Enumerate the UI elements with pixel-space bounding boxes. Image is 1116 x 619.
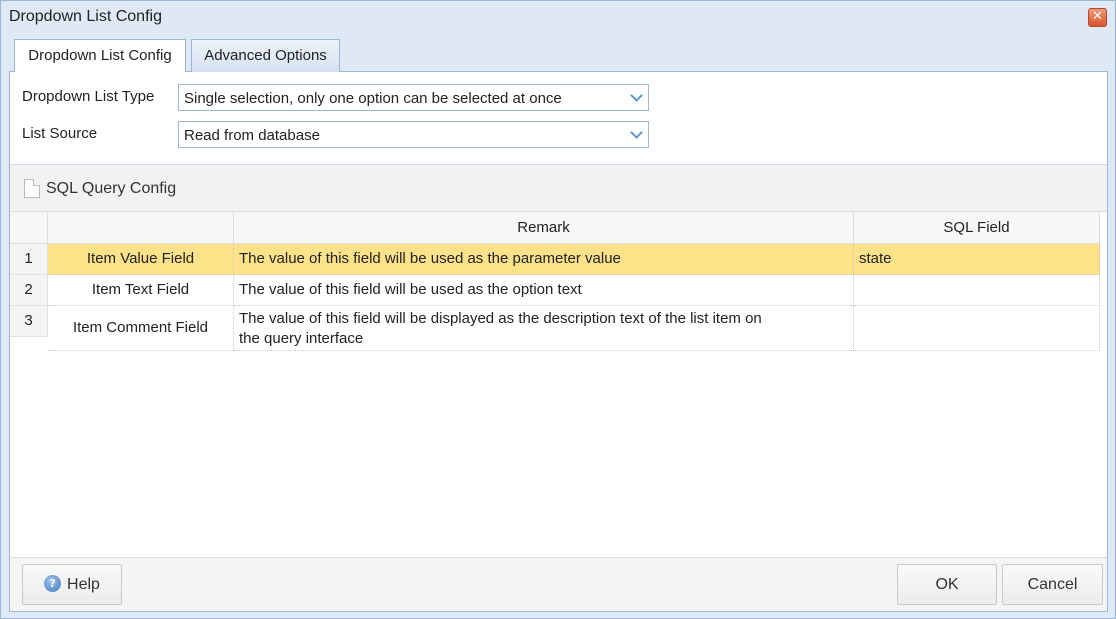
config-panel: Dropdown List Type Single selection, onl…	[9, 72, 1108, 612]
column-header-sql-field[interactable]: SQL Field	[854, 212, 1100, 243]
title-bar: Dropdown List Config ✕	[1, 1, 1115, 34]
remark-line: the query interface	[239, 330, 364, 347]
help-icon: ?	[44, 575, 62, 593]
chevron-down-icon[interactable]	[626, 122, 648, 147]
remark-cell: The value of this field will be used as …	[234, 275, 854, 306]
dropdown-type-label: Dropdown List Type	[22, 88, 155, 105]
column-header-rownum	[10, 212, 48, 243]
field-name-cell: Item Text Field	[48, 275, 234, 306]
dialog-footer: ? Help OK Cancel	[9, 557, 1108, 612]
table-row[interactable]: 3 Item Comment Field The value of this f…	[10, 306, 1100, 351]
dropdown-type-select[interactable]: Single selection, only one option can be…	[178, 84, 649, 111]
close-icon[interactable]: ✕	[1088, 8, 1107, 27]
tab-dropdown-list-config[interactable]: Dropdown List Config	[14, 39, 186, 73]
row-number: 2	[10, 275, 48, 306]
column-header-remark[interactable]: Remark	[234, 212, 854, 243]
list-source-label: List Source	[22, 125, 98, 142]
remark-cell: The value of this field will be displaye…	[234, 306, 854, 351]
help-button[interactable]: ? Help	[22, 564, 122, 605]
sql-field-cell[interactable]	[854, 275, 1100, 306]
column-header-field	[48, 212, 234, 243]
sql-field-cell[interactable]	[854, 306, 1100, 351]
dialog-title: Dropdown List Config	[9, 8, 162, 25]
cancel-button[interactable]: Cancel	[1002, 564, 1103, 605]
field-mapping-grid: Remark SQL Field 1 Item Value Field The …	[10, 212, 1107, 557]
chevron-down-icon[interactable]	[626, 85, 648, 110]
ok-button[interactable]: OK	[897, 564, 997, 605]
row-number: 1	[10, 244, 48, 275]
dropdown-type-row: Dropdown List Type Single selection, onl…	[10, 84, 1107, 111]
field-name-cell: Item Comment Field	[48, 306, 234, 351]
grid-header: Remark SQL Field	[10, 212, 1100, 244]
table-row[interactable]: 2 Item Text Field The value of this fiel…	[10, 275, 1100, 306]
document-icon	[24, 179, 40, 198]
remark-cell: The value of this field will be used as …	[234, 244, 854, 275]
row-number: 3	[10, 306, 48, 337]
sql-query-config-header: SQL Query Config	[10, 164, 1107, 212]
table-row[interactable]: 1 Item Value Field The value of this fie…	[10, 244, 1100, 275]
tab-advanced-options[interactable]: Advanced Options	[191, 39, 340, 72]
field-name-cell: Item Value Field	[48, 244, 234, 275]
tab-strip: Dropdown List Config Advanced Options	[9, 34, 1108, 73]
dropdown-list-config-dialog: Dropdown List Config ✕ Dropdown List Con…	[0, 0, 1116, 619]
list-source-select[interactable]: Read from database	[178, 121, 649, 148]
list-source-value: Read from database	[184, 127, 320, 144]
help-button-label: Help	[67, 576, 100, 593]
sql-field-cell[interactable]: state	[854, 244, 1100, 275]
sql-query-config-title: SQL Query Config	[46, 180, 177, 197]
remark-line: The value of this field will be displaye…	[239, 310, 762, 327]
dropdown-type-value: Single selection, only one option can be…	[184, 90, 562, 107]
list-source-row: List Source Read from database	[10, 121, 1107, 148]
